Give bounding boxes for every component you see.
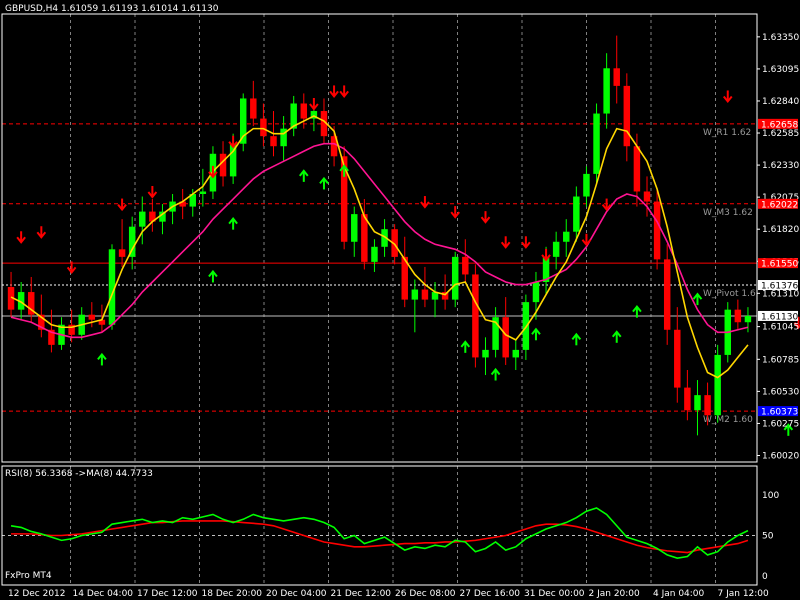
candle-body	[744, 315, 752, 323]
level-label: W_Pivot 1.6	[703, 289, 756, 299]
candle-body	[421, 289, 429, 300]
candle-body	[653, 201, 661, 260]
x-tick-label: 20 Dec 04:00	[266, 589, 327, 599]
candle-body	[704, 395, 711, 416]
y-tick-label: 1.60785	[762, 355, 799, 365]
candle-body	[603, 68, 610, 114]
price-label-text: 1.62022	[761, 200, 798, 210]
candle-body	[694, 395, 701, 411]
y-tick-label: 1.61820	[762, 225, 799, 235]
price-label-text: 1.62658	[761, 120, 798, 130]
candle-body	[219, 153, 227, 177]
x-tick-label: 4 Jan 04:00	[653, 589, 705, 599]
candle-body	[552, 241, 560, 257]
candle-body	[300, 103, 308, 119]
candle-body	[643, 191, 651, 202]
candle-body	[663, 259, 671, 330]
level-label: W_R1 1.62	[703, 128, 751, 138]
x-tick-label: 17 Dec 12:00	[137, 589, 198, 599]
candle-body	[199, 191, 207, 194]
y-tick-label: 1.63095	[762, 65, 799, 75]
candle-body	[583, 173, 590, 197]
candle-body	[563, 231, 570, 242]
candle-body	[674, 329, 681, 388]
level-label: W_M2 1.60	[703, 415, 753, 425]
y-tick-label: 1.60020	[762, 451, 799, 461]
candle-body	[462, 256, 469, 275]
x-tick-label: 21 Dec 12:00	[331, 589, 392, 599]
y-tick-label: 1.62840	[762, 97, 799, 107]
price-label-text: 1.61376	[761, 282, 798, 292]
candle-body	[532, 282, 540, 303]
x-tick-label: 31 Dec 00:00	[524, 589, 585, 599]
x-tick-label: 27 Dec 16:00	[460, 589, 521, 599]
price-label-text: 1.61130	[761, 312, 798, 322]
x-tick-label: 14 Dec 04:00	[73, 589, 134, 599]
candle-body	[451, 256, 459, 300]
candle-body	[411, 289, 419, 300]
chart-title: GBPUSD,H4 1.61059 1.61193 1.61014 1.6113…	[5, 4, 219, 14]
rsi-title: RSI(8) 56.3368 ->MA(8) 44.7733	[5, 469, 153, 479]
candle-body	[684, 387, 691, 411]
price-label-text: 1.60373	[761, 408, 798, 418]
rsi-tick-label: 100	[762, 491, 779, 501]
candle-body	[613, 68, 620, 86]
candle-body	[573, 196, 580, 232]
candle-body	[512, 349, 520, 358]
candle-body	[593, 113, 600, 174]
candle-body	[633, 146, 641, 192]
x-tick-label: 7 Jan 12:00	[718, 589, 770, 599]
rsi-tick-label: 0	[762, 572, 768, 582]
chart-background	[0, 0, 800, 600]
candle-body	[371, 246, 378, 262]
candle-body	[260, 118, 267, 137]
price-label-text: 1.61550	[761, 260, 798, 270]
y-tick-label: 1.60530	[762, 387, 799, 397]
price-chart[interactable]: W_R1 1.62 W_M3 1.62 W_Pivot 1.6 W_M2 1.60 1…	[0, 0, 800, 600]
x-tick-label: 2 Jan 20:00	[589, 589, 641, 599]
candle-body	[351, 214, 358, 242]
y-tick-label: 1.62585	[762, 129, 799, 139]
candle-body	[139, 211, 146, 227]
y-tick-label: 1.62330	[762, 161, 799, 171]
candle-body	[118, 249, 126, 257]
level-label: W_M3 1.62	[703, 208, 753, 218]
candle-body	[714, 354, 721, 416]
candle-body	[502, 317, 509, 358]
candle-body	[270, 136, 277, 147]
candle-body	[623, 85, 631, 147]
candle-body	[472, 274, 479, 358]
footer-label: FxPro MT4	[5, 571, 52, 581]
x-tick-label: 26 Dec 08:00	[395, 589, 456, 599]
y-tick-label: 1.61045	[762, 323, 799, 333]
y-tick-label: 1.60275	[762, 419, 799, 429]
candle-body	[482, 349, 489, 358]
x-tick-label: 12 Dec 2012	[8, 589, 66, 599]
candle-body	[734, 309, 742, 323]
candle-body	[250, 98, 257, 119]
y-tick-label: 1.63350	[762, 33, 799, 43]
x-tick-label: 18 Dec 20:00	[202, 589, 263, 599]
candle-body	[88, 314, 96, 320]
rsi-tick-label: 50	[762, 532, 774, 542]
